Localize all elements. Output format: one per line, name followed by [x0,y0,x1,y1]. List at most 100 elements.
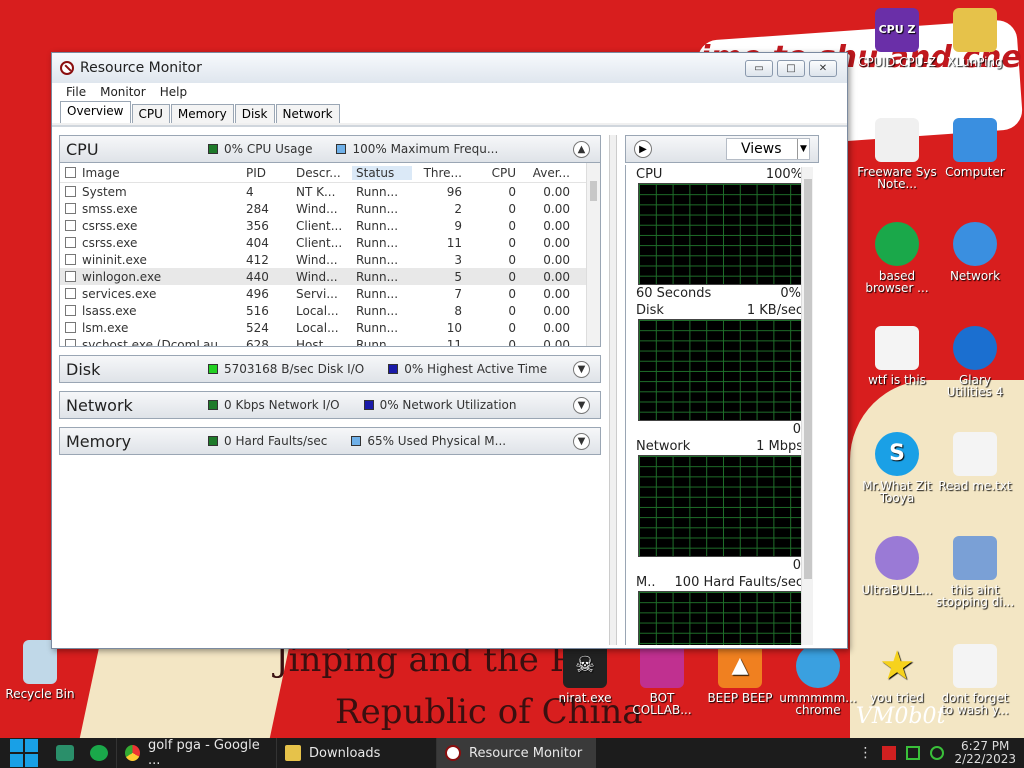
desktop-icon-bot-collab[interactable]: BOT COLLAB... [622,644,702,716]
column-description[interactable]: Descr... [292,166,352,180]
disc-icon [875,536,919,580]
row-checkbox[interactable] [60,322,80,333]
quick-launch-app[interactable] [82,738,116,768]
desktop-icon-freeware[interactable]: Freeware Sys Note... [857,118,937,190]
scrollbar-thumb[interactable] [804,179,812,579]
views-dropdown[interactable]: Views ▼ [726,138,810,160]
collapse-chevron-icon[interactable]: ▲ [573,141,590,158]
row-checkbox[interactable] [60,271,80,282]
memory-faults-text: 0 Hard Faults/sec [224,434,328,448]
desktop-icon-label: Recycle Bin [5,687,75,701]
row-checkbox[interactable] [60,203,80,214]
graph-scale: 100 Hard Faults/sec [674,574,803,590]
desktop-icon-readme[interactable]: Read me.txt [935,432,1015,492]
cpu-process-table: Image PID Descr... Status Thre... CPU Av… [59,163,601,347]
table-row[interactable]: svchost.exe (DcomLau... 628 Host... Runn...… [60,336,600,347]
desktop-icon-you-tried[interactable]: ★ you tried [857,644,937,704]
network-tray-icon[interactable] [906,746,921,760]
row-checkbox[interactable] [60,186,80,197]
close-button[interactable]: ✕ [809,59,837,77]
column-status[interactable]: Status [352,165,412,180]
desktop-icon-nirat[interactable]: ☠ nirat.exe [545,644,625,704]
taskbar-item-resource-monitor[interactable]: Resource Monitor [436,738,596,768]
expand-chevron-icon[interactable]: ▼ [573,361,590,378]
quick-launch-explorer[interactable] [48,738,82,768]
memory-section-header[interactable]: Memory 0 Hard Faults/sec 65% Used Physic… [59,427,601,455]
network-section-header[interactable]: Network 0 Kbps Network I/O 0% Network Ut… [59,391,601,419]
table-scrollbar[interactable] [586,163,600,346]
expand-chevron-icon[interactable]: ▼ [573,397,590,414]
desktop-icon-ultrabull[interactable]: UltraBULL... [857,536,937,596]
desktop-icon-cpuz[interactable]: CPU Z CPUID CPU-Z [857,8,937,68]
pane-splitter[interactable] [609,135,617,645]
collapse-graphs-arrow-icon[interactable]: ▶ [634,140,652,158]
table-row[interactable]: csrss.exe 404 Client... Runn... 11 0 0.00 [60,234,600,251]
table-row[interactable]: winlogon.exe 440 Wind... Runn... 5 0 0.00 [60,268,600,285]
tab-network[interactable]: Network [275,104,340,123]
table-row[interactable]: csrss.exe 356 Client... Runn... 9 0 0.00 [60,217,600,234]
desktop-icon-skype[interactable]: S Mr.What Zit Tooya [857,432,937,504]
desktop-icon-network[interactable]: Network [935,222,1015,282]
desktop-icon-wtf[interactable]: wtf is this [857,326,937,386]
table-row[interactable]: services.exe 496 Servi... Runn... 7 0 0.00 [60,285,600,302]
desktop-icon-chrome[interactable]: ummmmm... chrome [778,644,858,716]
process-pid: 4 [246,184,254,199]
title-bar[interactable]: Resource Monitor ▭ □ ✕ [52,53,847,83]
desktop-icon-browser[interactable]: based browser ... [857,222,937,294]
column-cpu[interactable]: CPU [468,166,522,180]
desktop-icon-label: UltraBULL... [861,583,933,597]
table-row[interactable]: wininit.exe 412 Wind... Runn... 3 0 0.00 [60,251,600,268]
row-checkbox[interactable] [60,305,80,316]
menu-help[interactable]: Help [160,85,187,99]
table-row[interactable]: lsm.exe 524 Local... Runn... 10 0 0.00 [60,319,600,336]
select-all-checkbox[interactable] [60,167,80,178]
row-checkbox[interactable] [60,254,80,265]
desktop-icon-dont-forget[interactable]: dont forget to wash y... [935,644,1015,716]
taskbar: golf pga - Google ... Downloads Resource… [0,738,1024,768]
process-description: Client... [296,218,343,233]
tab-cpu[interactable]: CPU [131,104,170,123]
scrollbar-thumb[interactable] [590,181,597,201]
table-row[interactable]: smss.exe 284 Wind... Runn... 2 0 0.00 [60,200,600,217]
maximize-button[interactable]: □ [777,59,805,77]
column-threads[interactable]: Thre... [412,166,468,180]
graphs-scrollbar[interactable] [801,167,813,645]
taskbar-item-chrome[interactable]: golf pga - Google ... [116,738,276,768]
clock[interactable]: 6:27 PM 2/22/2023 [954,740,1016,766]
flag-icon[interactable] [882,746,897,760]
desktop-icon-glary[interactable]: Glary Utilities 4 [935,326,1015,398]
cpu-section-header[interactable]: CPU 0% CPU Usage 100% Maximum Frequ... ▲ [59,135,601,163]
table-row[interactable]: System 4 NT K... Runn... 96 0 0.00 [60,183,600,200]
process-pid: 628 [246,337,269,347]
taskbar-item-downloads[interactable]: Downloads [276,738,436,768]
graph-scale: 100% [765,166,803,182]
table-row[interactable]: lsass.exe 516 Local... Runn... 8 0 0.00 [60,302,600,319]
row-checkbox[interactable] [60,288,80,299]
column-average-cpu[interactable]: Aver... [522,166,576,180]
minimize-button[interactable]: ▭ [745,59,773,77]
tab-overview[interactable]: Overview [60,101,131,123]
desktop-icon-beep[interactable]: ▲ BEEP BEEP [700,644,780,704]
volume-icon[interactable] [930,746,945,760]
row-checkbox[interactable] [60,220,80,231]
row-checkbox[interactable] [60,339,80,346]
tab-disk[interactable]: Disk [234,104,275,123]
chrome-icon [125,745,140,761]
process-image: winlogon.exe [82,269,162,284]
process-description: Host... [296,337,335,347]
desktop-icon-computer[interactable]: Computer [935,118,1015,178]
row-checkbox[interactable] [60,237,80,248]
desktop-icon-stopping[interactable]: this aint stopping di... [935,536,1015,608]
tray-overflow-icon[interactable]: ⋮ [858,746,872,760]
column-pid[interactable]: PID [242,166,292,180]
disk-section-header[interactable]: Disk 5703168 B/sec Disk I/O 0% Highest A… [59,355,601,383]
menu-monitor[interactable]: Monitor [100,85,146,99]
expand-chevron-icon[interactable]: ▼ [573,433,590,450]
desktop-icon-label: Read me.txt [938,479,1012,493]
column-image[interactable]: Image [80,166,242,180]
desktop-icon-recycle-bin[interactable]: Recycle Bin [0,640,80,700]
desktop-icon-xlunping[interactable]: XLunPing [935,8,1015,68]
tab-memory[interactable]: Memory [170,104,234,123]
menu-file[interactable]: File [66,85,86,99]
start-button[interactable] [0,738,48,768]
